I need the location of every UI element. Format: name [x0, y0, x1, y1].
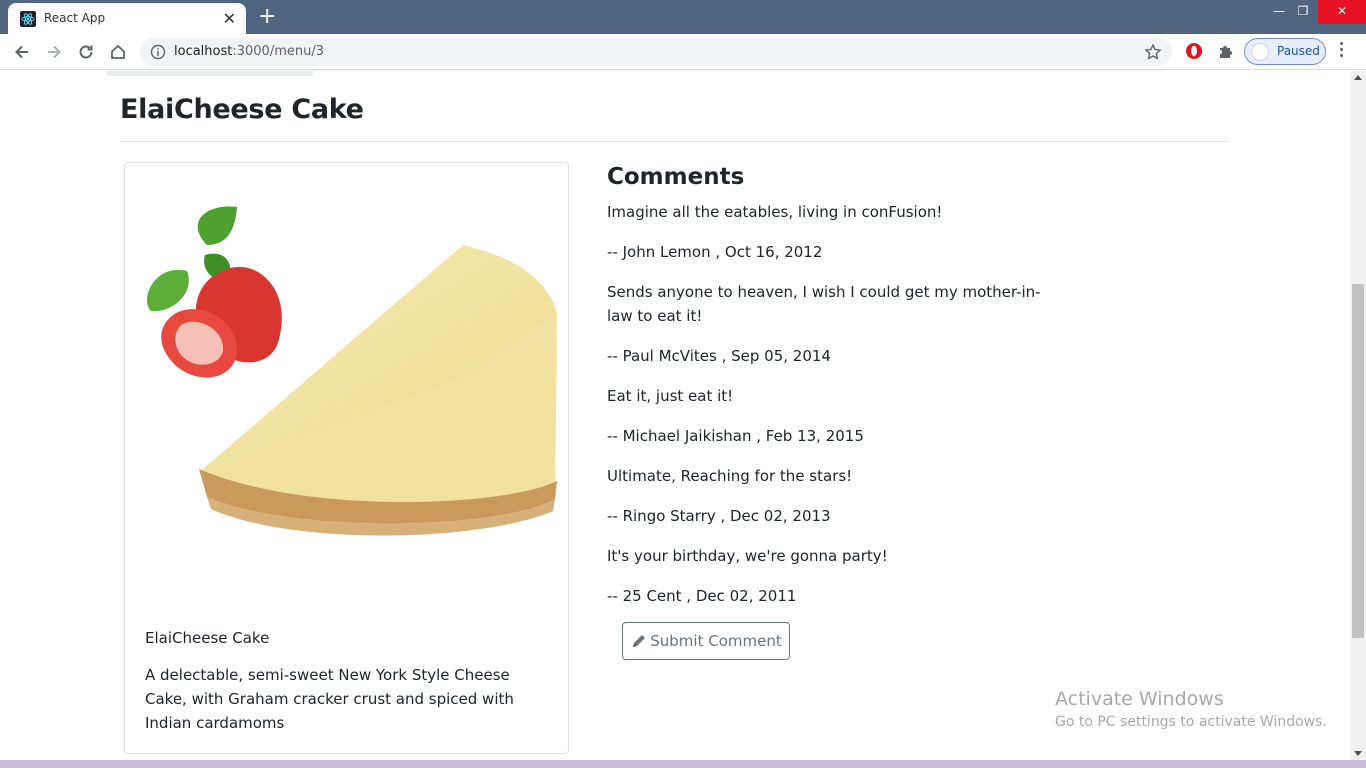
comment-byline: -- Michael Jaikishan , Feb 13, 2015	[607, 427, 864, 445]
comments-heading: Comments	[607, 164, 745, 190]
reload-icon	[79, 45, 93, 59]
opera-extension-icon[interactable]	[1185, 42, 1203, 60]
reload-button[interactable]	[74, 40, 98, 64]
bookmark-star-icon[interactable]	[1144, 43, 1162, 61]
arrow-right-icon	[48, 45, 61, 59]
divider	[120, 141, 1230, 142]
taskbar-strip	[0, 760, 1366, 768]
tab-title: React App	[44, 11, 106, 25]
avatar	[1251, 43, 1269, 61]
comment-text: It's your birthday, we're gonna party!	[607, 547, 888, 565]
tab-close-icon[interactable]: ✕	[223, 9, 236, 28]
comment-byline: -- John Lemon , Oct 16, 2012	[607, 243, 823, 261]
react-logo-icon	[20, 11, 36, 27]
comments-list: Imagine all the eatables, living in conF…	[607, 200, 1047, 608]
activate-windows-watermark: Activate Windows Go to PC settings to ac…	[1055, 688, 1327, 730]
dish-image	[125, 163, 568, 607]
browser-toolbar: localhost:3000/menu/3 Paused	[0, 34, 1366, 70]
comment-byline: -- Paul McVites , Sep 05, 2014	[607, 347, 831, 365]
activate-title: Activate Windows	[1055, 688, 1224, 710]
comment-text: Sends anyone to heaven, I wish I could g…	[607, 283, 1041, 325]
address-bar[interactable]: localhost:3000/menu/3	[140, 38, 1172, 66]
dish-card: ElaiCheese Cake A delectable, semi-sweet…	[124, 162, 569, 754]
profile-button[interactable]: Paused	[1244, 38, 1326, 65]
comment-byline: -- 25 Cent , Dec 02, 2011	[607, 587, 797, 605]
breadcrumb	[106, 71, 314, 76]
back-button[interactable]	[10, 40, 34, 64]
page-title: ElaiCheese Cake	[120, 94, 364, 125]
forward-button[interactable]	[42, 40, 66, 64]
comment-item: Imagine all the eatables, living in conF…	[607, 200, 1047, 264]
profile-status: Paused	[1277, 44, 1320, 58]
page-viewport: ElaiCheese Cake ElaiCheese Cake A delect…	[0, 71, 1350, 760]
scrollbar-thumb[interactable]	[1352, 284, 1364, 638]
submit-comment-label: Submit Comment	[650, 632, 782, 650]
new-tab-button[interactable]: +	[258, 4, 276, 29]
browser-menu-icon[interactable]	[1340, 42, 1344, 60]
cheesecake-illustration	[147, 206, 557, 536]
home-button[interactable]	[106, 40, 130, 64]
comment-text: Imagine all the eatables, living in conF…	[607, 203, 943, 221]
comment-text: Eat it, just eat it!	[607, 387, 734, 405]
info-icon	[150, 44, 166, 60]
scroll-up-icon[interactable]	[1354, 75, 1362, 80]
arrow-left-icon	[15, 45, 28, 59]
comment-text: Ultimate, Reaching for the stars!	[607, 467, 853, 485]
browser-tab-strip: React App ✕ + — ❐ ✕	[0, 0, 1366, 34]
browser-tab[interactable]: React App ✕	[8, 3, 246, 34]
home-icon	[111, 44, 125, 59]
dish-description: A delectable, semi-sweet New York Style …	[145, 666, 514, 732]
comment-item: Ultimate, Reaching for the stars! -- Rin…	[607, 464, 1047, 528]
comment-item: Sends anyone to heaven, I wish I could g…	[607, 280, 1047, 368]
dish-name: ElaiCheese Cake	[145, 629, 270, 647]
scroll-down-icon[interactable]	[1354, 751, 1362, 756]
comment-item: It's your birthday, we're gonna party! -…	[607, 544, 1047, 608]
url-text: localhost:3000/menu/3	[174, 44, 324, 59]
puzzle-extensions-icon[interactable]	[1217, 42, 1235, 60]
comment-byline: -- Ringo Starry , Dec 02, 2013	[607, 507, 831, 525]
submit-comment-button[interactable]: Submit Comment	[622, 622, 790, 660]
vertical-scrollbar[interactable]	[1350, 71, 1366, 760]
pencil-icon	[633, 635, 646, 647]
comments-section: Comments Imagine all the eatables, livin…	[607, 162, 1047, 624]
comment-item: Eat it, just eat it! -- Michael Jaikisha…	[607, 384, 1047, 448]
activate-subtitle: Go to PC settings to activate Windows.	[1055, 714, 1327, 730]
window-close-button[interactable]: ✕	[1318, 0, 1366, 24]
